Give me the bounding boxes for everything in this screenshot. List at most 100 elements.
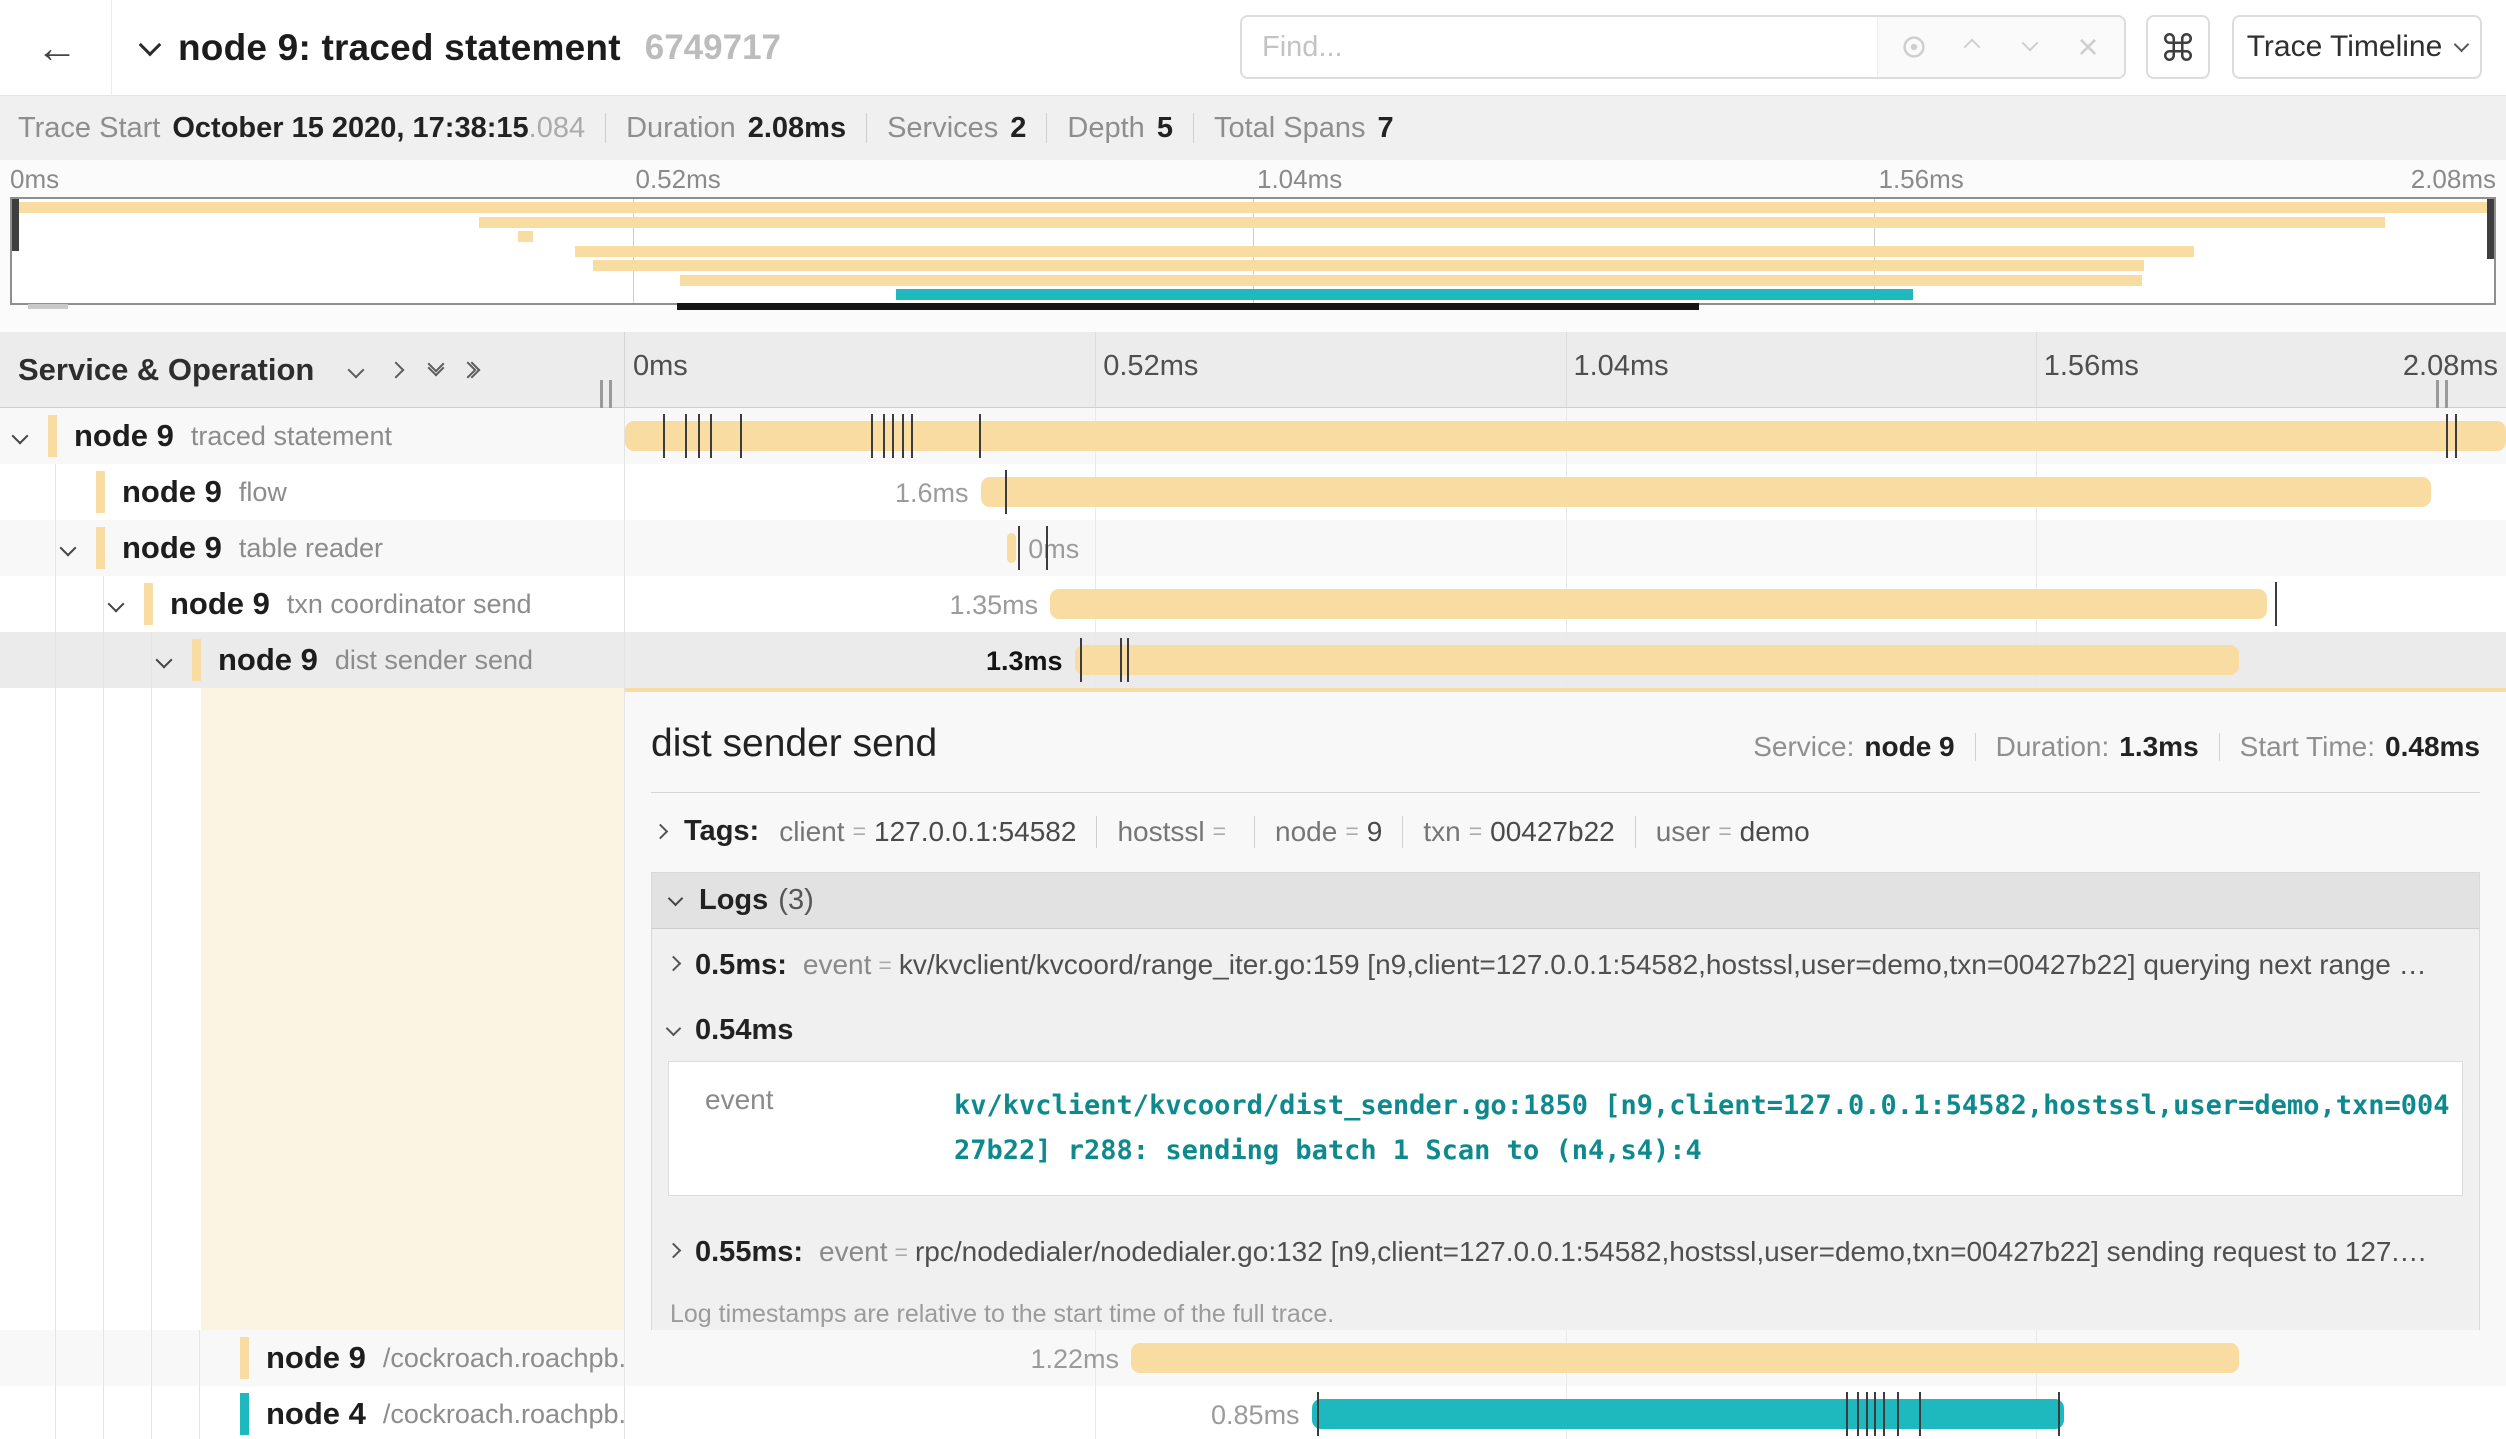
minimap-scrollbar[interactable] xyxy=(677,303,1699,310)
span-timeline-cell[interactable] xyxy=(625,408,2506,464)
collapse-all-icon[interactable] xyxy=(430,366,442,374)
separator xyxy=(2219,733,2220,761)
clear-find-icon[interactable]: × xyxy=(2066,25,2110,69)
span-name-cell[interactable]: node 9traced statement xyxy=(0,408,625,464)
separator xyxy=(605,113,606,143)
back-button[interactable]: ← xyxy=(22,18,92,78)
logs-body: 0.5ms:event=kv/kvclient/kvcoord/range_it… xyxy=(652,929,2479,1288)
minimap-right-drag-handle[interactable] xyxy=(2487,199,2494,259)
selected-span-highlight xyxy=(201,688,624,1330)
minimap-tick-label: 1.56ms xyxy=(1879,164,1964,195)
service-operation-title: Service & Operation xyxy=(18,352,314,388)
span-bar[interactable] xyxy=(1050,589,2267,619)
span-timeline-cell[interactable]: 1.22ms xyxy=(625,1330,2506,1386)
log-entry-expanded-header[interactable]: 0.54ms xyxy=(652,1001,2479,1059)
span-rows-bottom: node 9/cockroach.roachpb.I…1.22msnode 4/… xyxy=(0,1330,2506,1439)
collapse-one-icon[interactable] xyxy=(350,364,362,376)
view-selector-label: Trace Timeline xyxy=(2247,30,2443,64)
separator xyxy=(1193,113,1194,143)
span-name-cell[interactable]: node 4/cockroach.roachpb.I… xyxy=(0,1386,625,1439)
service-color-bar xyxy=(240,1337,249,1379)
minimap-canvas[interactable] xyxy=(10,197,2496,305)
trace-info-value: 5 xyxy=(1157,112,1173,145)
span-name-labels: node 9traced statement xyxy=(74,408,392,464)
operation-name: flow xyxy=(239,477,287,508)
tree-indent-guide xyxy=(151,1330,152,1386)
timeline-column-header: Service & Operation 0ms0.52ms1.04ms1.56m… xyxy=(0,332,2506,408)
span-bar[interactable] xyxy=(1131,1343,2239,1373)
find-input[interactable] xyxy=(1242,17,1877,77)
log-marker-tick xyxy=(892,414,894,458)
logs-header[interactable]: Logs (3) xyxy=(652,873,2479,929)
minimap-scrollbar-track xyxy=(28,304,68,309)
minimap-span xyxy=(479,217,2385,228)
trace-info-item: Depth5 xyxy=(1067,112,1173,145)
span-row[interactable]: node 9dist sender send1.3ms xyxy=(0,632,2506,688)
collapse-trace-chevron-icon[interactable] xyxy=(139,34,162,57)
span-name-cell[interactable]: node 9flow xyxy=(0,464,625,520)
view-selector-button[interactable]: Trace Timeline xyxy=(2232,15,2482,79)
span-row[interactable]: node 9flow1.6ms xyxy=(0,464,2506,520)
span-detail-meta: Service:node 9Duration:1.3msStart Time:0… xyxy=(1753,731,2480,763)
span-bar[interactable] xyxy=(1312,1399,2064,1429)
prev-match-icon[interactable] xyxy=(1950,25,1994,69)
log-detail-card: eventkv/kvclient/kvcoord/dist_sender.go:… xyxy=(668,1061,2463,1196)
tree-indent-guide xyxy=(55,632,56,688)
log-entry[interactable]: 0.5ms:event=kv/kvclient/kvcoord/range_it… xyxy=(652,929,2479,1001)
span-timeline-cell[interactable]: 0ms xyxy=(625,520,2506,576)
span-row[interactable]: node 9txn coordinator send 1.35ms xyxy=(0,576,2506,632)
log-marker-tick xyxy=(1005,470,1007,514)
span-timeline-cell[interactable]: 0.85ms xyxy=(625,1386,2506,1439)
tag-key: hostssl xyxy=(1117,816,1204,848)
span-row[interactable]: node 9traced statement xyxy=(0,408,2506,464)
span-name-cell[interactable]: node 9/cockroach.roachpb.I… xyxy=(0,1330,625,1386)
span-row[interactable]: node 9/cockroach.roachpb.I…1.22ms xyxy=(0,1330,2506,1386)
span-name-cell[interactable]: node 9dist sender send xyxy=(0,632,625,688)
span-bar[interactable] xyxy=(1007,533,1016,563)
log-marker-tick xyxy=(1883,1392,1885,1436)
tag-equals: = xyxy=(1345,818,1358,845)
span-timeline-cell[interactable]: 1.3ms xyxy=(625,632,2506,688)
span-name-labels: node 9txn coordinator send xyxy=(170,576,532,632)
span-bar[interactable] xyxy=(625,421,2506,451)
tag-value: 00427b22 xyxy=(1490,816,1615,848)
log-marker-tick xyxy=(1046,526,1048,570)
separator xyxy=(1046,113,1047,143)
tags-label: Tags: xyxy=(684,815,759,848)
span-expander-chevron-icon[interactable] xyxy=(156,652,173,669)
span-name-cell[interactable]: node 9table reader xyxy=(0,520,625,576)
expand-all-icon[interactable] xyxy=(470,364,478,376)
operation-name: /cockroach.roachpb.I… xyxy=(383,1399,625,1430)
span-expander-chevron-icon[interactable] xyxy=(12,428,29,445)
log-field-value: rpc/nodedialer/nodedialer.go:132 [n9,cli… xyxy=(915,1236,2427,1268)
span-expander-chevron-icon[interactable] xyxy=(60,540,77,557)
span-row[interactable]: node 9table reader0ms xyxy=(0,520,2506,576)
span-bar[interactable] xyxy=(981,477,2431,507)
log-marker-tick xyxy=(2446,414,2448,458)
logs-box: Logs (3) 0.5ms:event=kv/kvclient/kvcoord… xyxy=(651,872,2480,1352)
scroll-to-match-icon[interactable] xyxy=(1892,25,1936,69)
log-entry[interactable]: 0.55ms:event=rpc/nodedialer/nodedialer.g… xyxy=(652,1216,2479,1288)
span-expander-chevron-icon[interactable] xyxy=(108,596,125,613)
span-timeline-cell[interactable]: 1.6ms xyxy=(625,464,2506,520)
service-color-bar xyxy=(192,639,201,681)
expand-one-icon[interactable] xyxy=(390,364,402,376)
span-timeline-cell[interactable]: 1.35ms xyxy=(625,576,2506,632)
keyboard-shortcuts-button[interactable] xyxy=(2146,15,2210,79)
span-bar[interactable] xyxy=(1075,645,2239,675)
service-operation-header: Service & Operation xyxy=(0,332,625,407)
operation-name: /cockroach.roachpb.I… xyxy=(383,1343,625,1374)
tags-row[interactable]: Tags: client=127.0.0.1:54582hostssl=node… xyxy=(651,815,2480,848)
span-name-labels: node 4/cockroach.roachpb.I… xyxy=(266,1386,625,1439)
log-marker-tick xyxy=(871,414,873,458)
log-marker-tick xyxy=(698,414,700,458)
next-match-icon[interactable] xyxy=(2008,25,2052,69)
log-field-key: event xyxy=(669,1084,954,1173)
span-name-cell[interactable]: node 9txn coordinator send xyxy=(0,576,625,632)
log-marker-tick xyxy=(1919,1392,1921,1436)
separator xyxy=(1402,816,1403,848)
trace-info-item: Duration2.08ms xyxy=(626,112,846,145)
trace-minimap: 0ms0.52ms1.04ms1.56ms2.08ms xyxy=(0,160,2506,332)
span-row[interactable]: node 4/cockroach.roachpb.I…0.85ms xyxy=(0,1386,2506,1439)
minimap-left-drag-handle[interactable] xyxy=(12,199,19,251)
